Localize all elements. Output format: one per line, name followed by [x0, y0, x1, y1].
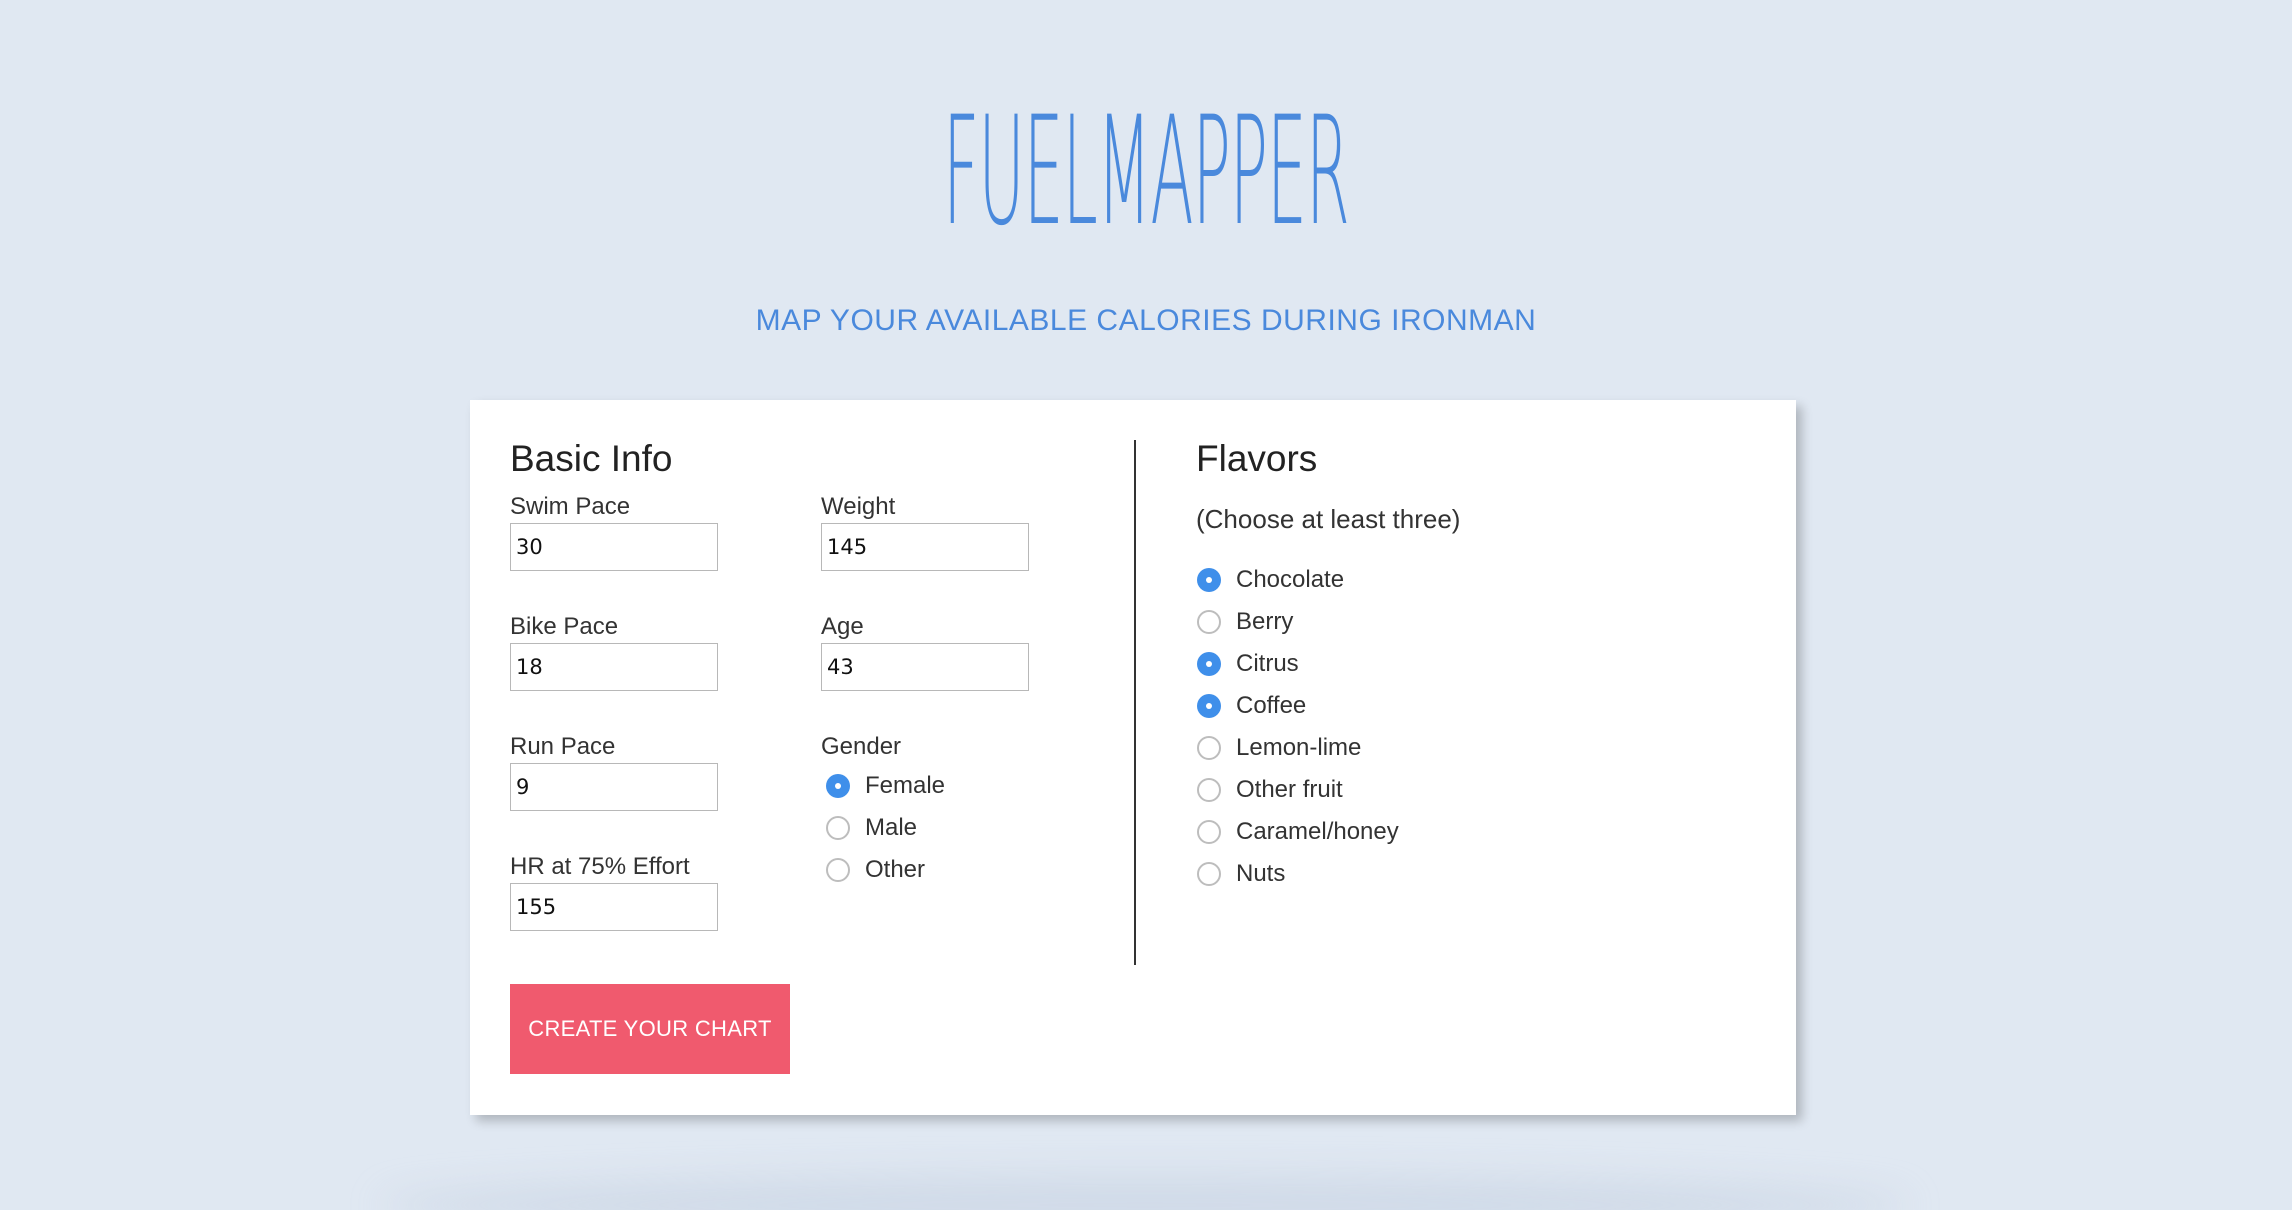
flavors-heading: Flavors	[1196, 438, 1318, 479]
radio-button[interactable]	[1197, 694, 1221, 718]
create-chart-button[interactable]: CREATE YOUR CHART	[510, 984, 790, 1074]
radio-button[interactable]	[1197, 568, 1221, 592]
weight-input[interactable]	[821, 523, 1029, 571]
tagline: MAP YOUR AVAILABLE CALORIES DURING IRONM…	[755, 304, 1537, 337]
gender-option-label: Female	[865, 772, 946, 799]
flavor-option-coffee[interactable]: Coffee	[1197, 691, 1306, 721]
flavor-option-chocolate[interactable]: Chocolate	[1197, 565, 1344, 595]
bike-pace-input[interactable]	[510, 643, 718, 691]
flavor-option-label: Other fruit	[1236, 776, 1343, 803]
decorative-shadow	[380, 1175, 1910, 1210]
flavor-option-label: Caramel/honey	[1236, 818, 1399, 845]
age-label: Age	[821, 613, 864, 640]
radio-button[interactable]	[1197, 652, 1221, 676]
radio-button[interactable]	[826, 816, 850, 840]
page: FUELMAPPER MAP YOUR AVAILABLE CALORIES D…	[0, 0, 2292, 1210]
weight-label: Weight	[821, 493, 896, 520]
gender-option-label: Other	[865, 856, 926, 883]
flavor-option-berry[interactable]: Berry	[1197, 607, 1293, 637]
flavors-instruction: (Choose at least three)	[1196, 504, 1461, 534]
radio-button[interactable]	[1197, 820, 1221, 844]
gender-option-label: Male	[865, 814, 918, 841]
gender-label: Gender	[821, 733, 902, 760]
swim-pace-input[interactable]	[510, 523, 718, 571]
flavor-option-label: Nuts	[1236, 860, 1286, 887]
radio-button[interactable]	[1197, 862, 1221, 886]
radio-button[interactable]	[1197, 736, 1221, 760]
flavor-option-citrus[interactable]: Citrus	[1197, 649, 1299, 679]
flavor-option-nuts[interactable]: Nuts	[1197, 859, 1285, 889]
hr-effort-input[interactable]	[510, 883, 718, 931]
run-pace-label: Run Pace	[510, 733, 616, 760]
gender-option-female[interactable]: Female	[826, 771, 945, 801]
flavor-option-label: Coffee	[1236, 692, 1307, 719]
radio-button[interactable]	[826, 858, 850, 882]
age-input[interactable]	[821, 643, 1029, 691]
run-pace-input[interactable]	[510, 763, 718, 811]
flavor-option-label: Lemon-lime	[1236, 734, 1362, 761]
gender-option-other[interactable]: Other	[826, 855, 925, 885]
app-logo: FUELMAPPER	[943, 85, 1350, 259]
flavor-option-label: Berry	[1236, 608, 1294, 635]
radio-button[interactable]	[1197, 778, 1221, 802]
hr-effort-label: HR at 75% Effort	[510, 853, 690, 880]
flavor-option-caramel-honey[interactable]: Caramel/honey	[1197, 817, 1399, 847]
swim-pace-label: Swim Pace	[510, 493, 631, 520]
radio-button[interactable]	[1197, 610, 1221, 634]
gender-option-male[interactable]: Male	[826, 813, 917, 843]
bike-pace-label: Bike Pace	[510, 613, 619, 640]
flavor-option-lemon-lime[interactable]: Lemon-lime	[1197, 733, 1361, 763]
column-divider	[1134, 440, 1136, 965]
basic-info-heading: Basic Info	[510, 438, 673, 479]
flavor-option-other-fruit[interactable]: Other fruit	[1197, 775, 1343, 805]
flavor-option-label: Chocolate	[1236, 566, 1345, 593]
radio-button[interactable]	[826, 774, 850, 798]
flavor-option-label: Citrus	[1236, 650, 1299, 677]
fuel-form-card: Basic Info Swim Pace Weight Bike Pace Ag…	[470, 400, 1796, 1115]
